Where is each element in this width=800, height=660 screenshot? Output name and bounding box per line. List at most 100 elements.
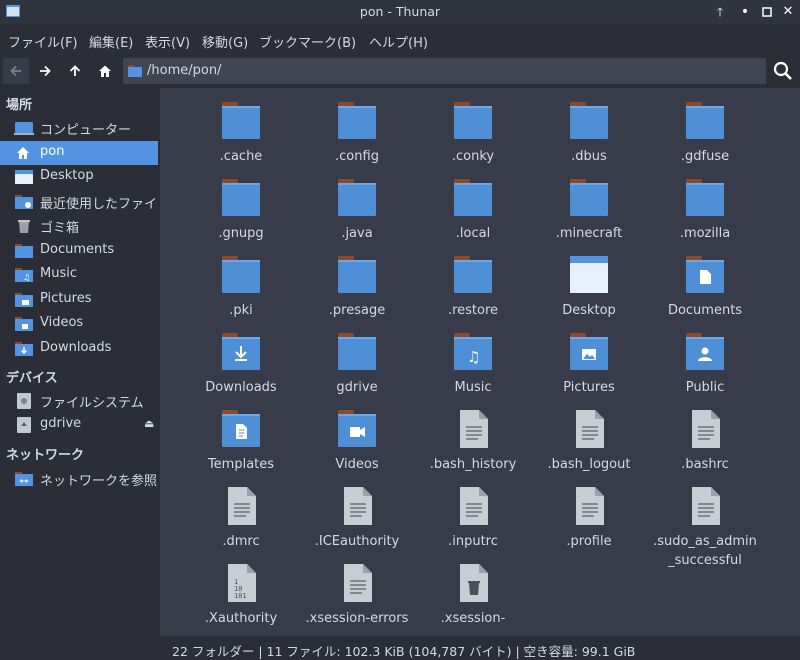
sidebar-item-filesystem[interactable]: ファイルシステム (0, 389, 158, 413)
text-file-icon (228, 487, 256, 525)
sidebar-item-label: 最近使用したファイル (40, 197, 158, 212)
sidebar-item-pictures[interactable]: Pictures (0, 288, 158, 312)
status-text: 22 フォルダー | 11 ファイル: 102.3 KiB (104,787 バ… (172, 644, 636, 659)
file-item[interactable]: Pictures (531, 321, 647, 398)
network-heading: ネットワーク (6, 448, 85, 463)
sidebar-item-browse-network[interactable]: ネットワークを参照 (0, 467, 158, 491)
file-item[interactable]: .local (415, 167, 531, 244)
file-item[interactable]: Downloads (183, 321, 299, 398)
close-button[interactable]: ✕ (779, 3, 797, 21)
up-button[interactable] (62, 58, 88, 84)
file-item[interactable]: .mozilla (647, 167, 763, 244)
keep-above-button[interactable]: 🡑 (711, 3, 729, 21)
file-item[interactable]: .conky (415, 90, 531, 167)
file-item[interactable]: Documents (647, 244, 763, 321)
file-item[interactable]: .xsession-errors (299, 552, 415, 629)
file-item[interactable]: .cache (183, 90, 299, 167)
file-item[interactable]: 1 10 101 .Xauthority (183, 552, 299, 629)
back-button[interactable] (3, 58, 29, 84)
menu-go[interactable]: 移動(G) (202, 32, 248, 51)
sidebar-item-gdrive[interactable]: gdrive ⏏ (0, 413, 158, 437)
folder-icon (15, 244, 33, 258)
file-item[interactable]: .minecraft (531, 167, 647, 244)
sidebar-item-label: Pictures (40, 291, 92, 306)
file-item[interactable]: .gnupg (183, 167, 299, 244)
sidebar-item-documents[interactable]: Documents (0, 239, 158, 263)
text-file-icon (576, 487, 604, 525)
file-item[interactable]: .bash_history (415, 398, 531, 475)
file-item[interactable]: .inputrc (415, 475, 531, 552)
sidebar-item-desktop[interactable]: Desktop (0, 165, 158, 189)
menu-edit[interactable]: 編集(E) (89, 32, 133, 51)
file-item[interactable]: Desktop (531, 244, 647, 321)
sidebar-item-recent[interactable]: 最近使用したファイル (0, 190, 158, 214)
file-item[interactable]: gdrive (299, 321, 415, 398)
file-item[interactable]: .xsession- (415, 552, 531, 629)
sidebar-item-videos[interactable]: Videos (0, 312, 158, 336)
minimize-button[interactable]: • (736, 3, 754, 21)
file-item[interactable]: Templates (183, 398, 299, 475)
text-file-icon (576, 410, 604, 448)
home-button[interactable] (92, 58, 118, 84)
folder-icon (338, 179, 376, 216)
location-bar[interactable]: /home/pon/ (122, 57, 767, 85)
folder-icon (686, 179, 724, 216)
sidebar-item-music[interactable]: ♫ Music (0, 263, 158, 287)
file-item[interactable]: .profile (531, 475, 647, 552)
folder-icon (338, 256, 376, 293)
file-name: Desktop (562, 303, 616, 318)
file-name: Documents (667, 303, 743, 318)
file-name: .bash_history (429, 457, 517, 472)
file-item[interactable]: .gdfuse (647, 90, 763, 167)
file-item[interactable]: .java (299, 167, 415, 244)
sidebar-item-downloads[interactable]: Downloads (0, 337, 158, 361)
folder-documents-icon (686, 256, 724, 293)
folder-videos-icon (15, 317, 33, 331)
trash-file-icon (460, 564, 488, 602)
menu-file[interactable]: ファイル(F) (8, 32, 78, 51)
file-item[interactable]: .ICEauthority (299, 475, 415, 552)
file-grid: .cache .config .conky .dbus .gdfuse .gnupg .ja… (160, 88, 800, 636)
file-item[interactable]: .bashrc (647, 398, 763, 475)
menu-help[interactable]: ヘルプ(H) (369, 32, 428, 51)
title-bar: pon - Thunar 🡑 • ✕ (0, 0, 800, 24)
menu-bookmarks[interactable]: ブックマーク(B) (259, 32, 356, 51)
file-item[interactable]: .restore (415, 244, 531, 321)
search-icon (773, 61, 792, 80)
svg-text:♫: ♫ (467, 348, 480, 366)
text-file-icon (692, 410, 720, 448)
file-item[interactable]: .dbus (531, 90, 647, 167)
removable-drive-icon (17, 417, 31, 433)
file-item[interactable]: .bash_logout (531, 398, 647, 475)
maximize-button[interactable] (758, 3, 776, 21)
menu-bar: ファイル(F) 編集(E) 表示(V) 移動(G) ブックマーク(B) ヘルプ(… (0, 28, 800, 52)
file-name: gdrive (336, 380, 378, 395)
file-name: Music (454, 380, 492, 395)
eject-icon[interactable]: ⏏ (144, 417, 154, 430)
file-name: .java (341, 226, 373, 241)
sidebar-item-home[interactable]: pon (0, 141, 158, 165)
home-icon (99, 65, 111, 77)
forward-button[interactable] (32, 58, 58, 84)
recent-folder-icon (15, 195, 33, 209)
search-button[interactable] (768, 57, 798, 85)
file-item[interactable]: .sudo_as_admin _successful (647, 475, 763, 568)
file-item[interactable]: Videos (299, 398, 415, 475)
folder-icon (338, 102, 376, 139)
file-item[interactable]: ♫ Music (415, 321, 531, 398)
sidebar-item-label: ネットワークを参照 (40, 474, 158, 489)
file-item[interactable]: .config (299, 90, 415, 167)
sidebar-item-computer[interactable]: コンピューター (0, 116, 158, 140)
file-name: .restore (447, 303, 499, 318)
sidebar-item-label: Desktop (40, 168, 94, 183)
file-item[interactable]: Public (647, 321, 763, 398)
file-item[interactable]: .dmrc (183, 475, 299, 552)
folder-icon (570, 179, 608, 216)
menu-view[interactable]: 表示(V) (145, 32, 190, 51)
status-bar: 22 フォルダー | 11 ファイル: 102.3 KiB (104,787 バ… (160, 636, 800, 660)
file-item[interactable]: .pki (183, 244, 299, 321)
file-name: .xsession-errors (305, 611, 409, 626)
sidebar-item-trash[interactable]: ゴミ箱 (0, 214, 158, 238)
file-item[interactable]: .presage (299, 244, 415, 321)
sidebar-item-label: ゴミ箱 (40, 221, 80, 236)
